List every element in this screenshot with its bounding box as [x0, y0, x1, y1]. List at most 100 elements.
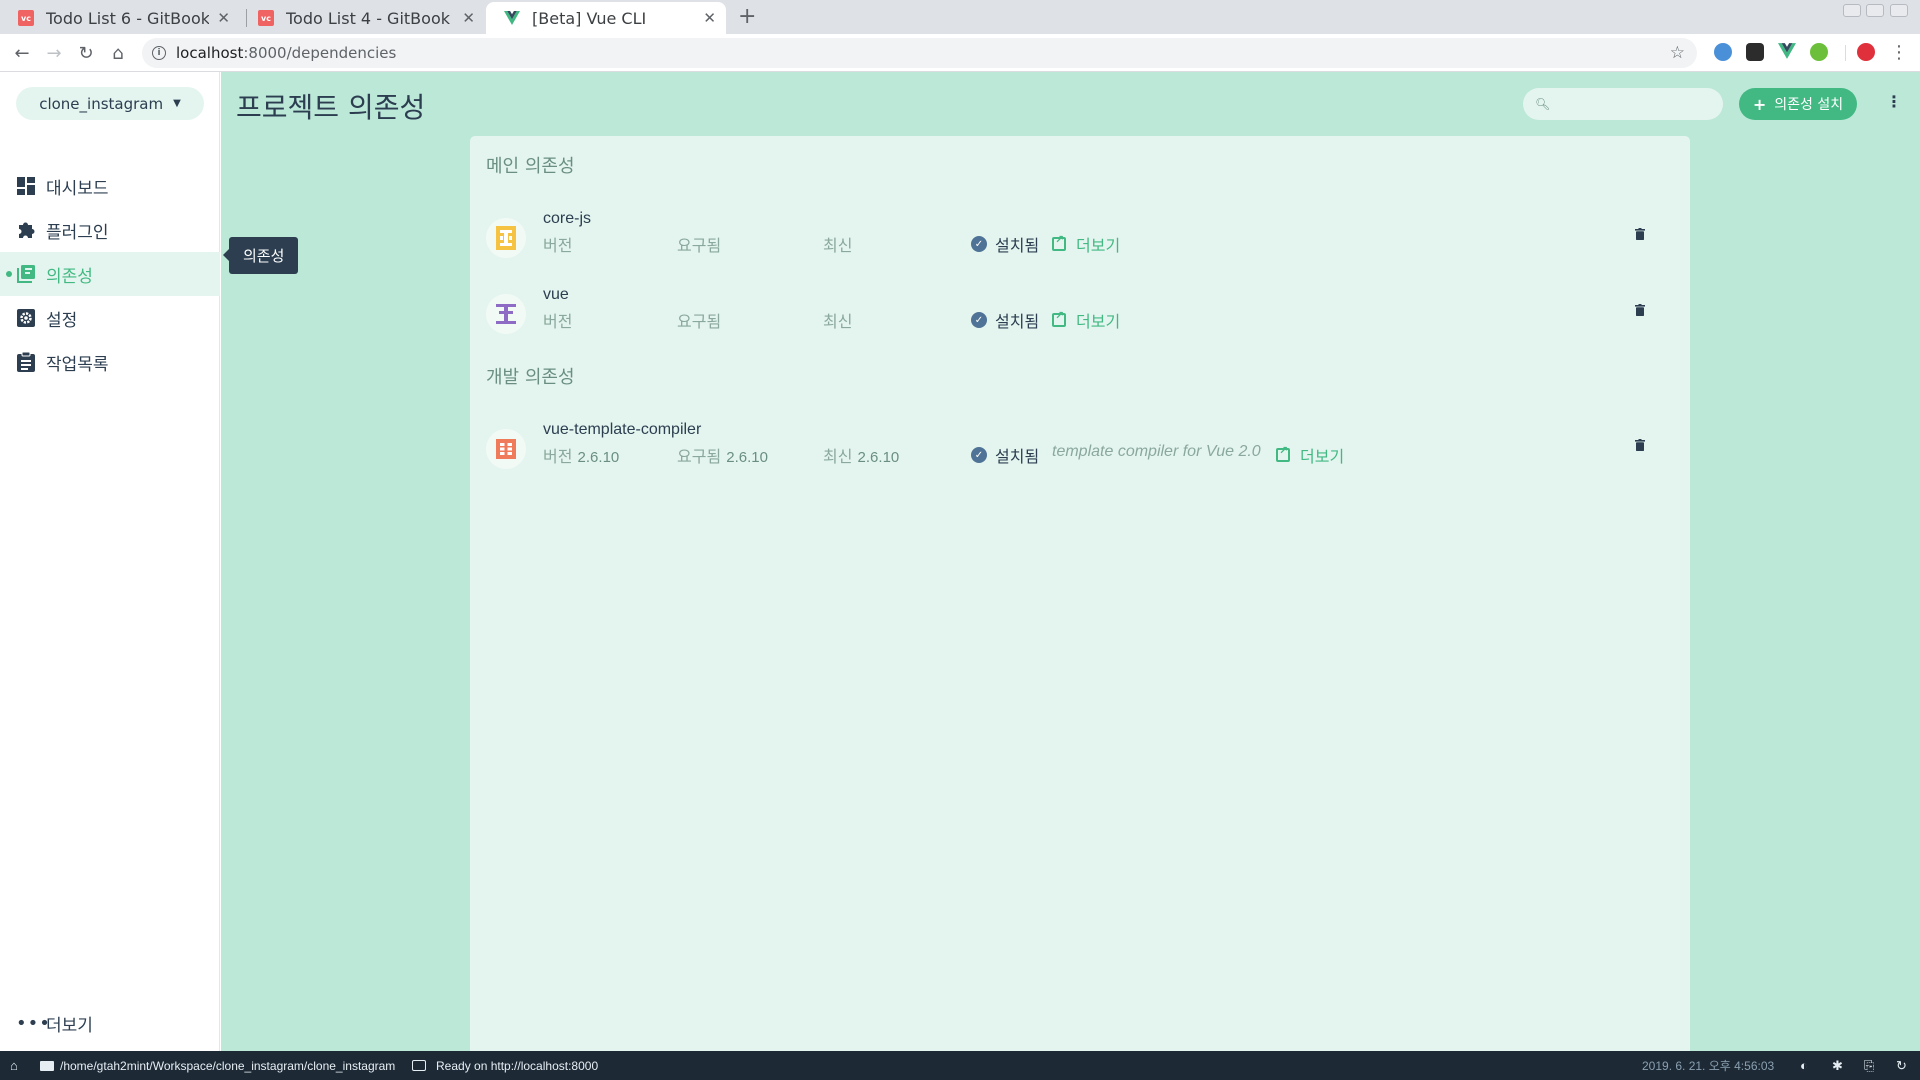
translate-icon[interactable]: ⎘ — [1864, 1058, 1874, 1074]
browser-tab-todo-6[interactable]: vc Todo List 6 - GitBook ✕ — [0, 2, 240, 34]
collections-icon — [16, 264, 36, 284]
vue-template-compiler-logo-icon — [486, 429, 526, 469]
url-host: localhost — [176, 44, 244, 62]
wanted-label-text: 요구됨 — [677, 312, 722, 331]
maximize-window-button[interactable] — [1866, 4, 1884, 17]
bookmark-star-icon[interactable]: ☆ — [1670, 43, 1685, 63]
info-icon[interactable]: i — [152, 46, 166, 60]
profile-avatar[interactable] — [1857, 43, 1875, 61]
dependency-description: template compiler for Vue 2.0 — [1052, 443, 1261, 460]
back-icon[interactable]: ← — [10, 41, 34, 65]
sidebar-more-button[interactable]: ••• 더보기 — [0, 1006, 220, 1040]
sidebar-item-plugins[interactable]: 플러그인 — [0, 208, 220, 252]
version-label-text: 버전 — [543, 236, 573, 255]
sidebar-item-label: 의존성 — [46, 266, 93, 287]
bug-report-icon[interactable]: ✱ — [1832, 1058, 1843, 1074]
home-icon[interactable]: ⌂ — [106, 41, 130, 65]
clipboard-icon — [16, 352, 36, 372]
wanted-value: 2.6.10 — [726, 449, 768, 466]
dark-mode-icon[interactable]: ◐ — [1800, 1058, 1808, 1073]
version-value: 2.6.10 — [577, 449, 620, 466]
check-circle-icon: ✓ — [971, 236, 987, 252]
delete-icon[interactable] — [1635, 439, 1645, 451]
close-window-button[interactable] — [1890, 4, 1908, 17]
close-tab-icon[interactable]: ✕ — [462, 9, 475, 27]
refresh-icon[interactable]: ↻ — [1896, 1058, 1907, 1074]
url-path: :8000/dependencies — [243, 44, 397, 62]
vue-logo-icon — [486, 294, 526, 334]
open-in-new-icon — [1052, 233, 1066, 251]
sidebar-tooltip: 의존성 — [222, 237, 299, 274]
extension-icon[interactable] — [1810, 43, 1828, 61]
dependency-name: vue — [543, 286, 569, 303]
new-tab-icon[interactable]: + — [738, 4, 756, 29]
forward-icon[interactable]: → — [42, 41, 66, 65]
browser-tab-vue-cli[interactable]: [Beta] Vue CLI ✕ — [486, 2, 726, 34]
browser-tab-bar: vc Todo List 6 - GitBook ✕ vc Todo List … — [0, 0, 1920, 34]
sidebar: clone_instagram ▼ 대시보드 플러그인 의존성 설정 작업목록 … — [0, 72, 220, 1051]
sidebar-item-dashboard[interactable]: 대시보드 — [0, 164, 220, 208]
address-bar[interactable]: i localhost:8000/dependencies ☆ — [142, 38, 1697, 68]
dashboard-icon — [16, 176, 36, 196]
tab-title: Todo List 6 - GitBook — [46, 8, 210, 28]
sidebar-item-tasks[interactable]: 작업목록 — [0, 340, 220, 384]
tab-title: [Beta] Vue CLI — [532, 8, 647, 28]
close-tab-icon[interactable]: ✕ — [217, 9, 230, 27]
version-label-text: 버전 — [543, 312, 573, 331]
dependency-item-vue-template-compiler: vue-template-compiler 버전 2.6.10 요구됨 2.6.… — [470, 421, 1690, 477]
home-icon[interactable]: ⌂ — [10, 1058, 18, 1073]
project-path[interactable]: /home/gtah2mint/Workspace/clone_instagra… — [60, 1059, 395, 1073]
more-vertical-icon[interactable]: ⋮ — [1886, 92, 1902, 111]
version-label-text: 버전 — [543, 447, 573, 466]
vue-cli-app: clone_instagram ▼ 대시보드 플러그인 의존성 설정 작업목록 … — [0, 72, 1920, 1051]
wanted-label-text: 요구됨 — [677, 447, 722, 466]
latest-value: 2.6.10 — [857, 449, 900, 466]
latest-label-text: 최신 — [823, 447, 853, 466]
latest-label: 최신 — [823, 232, 852, 256]
search-box[interactable]: 🔍︎ — [1523, 88, 1740, 120]
reload-icon[interactable]: ↻ — [74, 41, 98, 65]
minimize-window-button[interactable] — [1843, 4, 1861, 17]
sidebar-item-settings[interactable]: 설정 — [0, 296, 220, 340]
dependency-name: core-js — [543, 210, 592, 227]
extension-icon[interactable] — [1714, 43, 1732, 61]
sidebar-item-dependencies[interactable]: 의존성 — [0, 252, 220, 296]
sidebar-item-label: 플러그인 — [46, 222, 109, 243]
server-status[interactable]: Ready on http://localhost:8000 — [436, 1059, 598, 1073]
project-selector[interactable]: clone_instagram ▼ — [16, 87, 204, 120]
version-label: 버전 2.6.10 — [543, 443, 619, 467]
console-log-icon[interactable] — [412, 1060, 426, 1071]
extension-icon[interactable] — [1746, 43, 1764, 61]
vue-devtools-icon[interactable] — [1778, 43, 1796, 61]
status-bar: ⌂ /home/gtah2mint/Workspace/clone_instag… — [0, 1051, 1920, 1080]
version-label: 버전 — [543, 232, 572, 256]
dev-dependencies-title: 개발 의존성 — [486, 367, 575, 388]
install-dependency-button[interactable]: + 의존성 설치 — [1739, 88, 1857, 120]
dependency-name: vue-template-compiler — [543, 421, 702, 438]
browser-menu-icon[interactable]: ⋮ — [1890, 42, 1908, 63]
open-in-new-icon — [1052, 309, 1066, 327]
more-info-link[interactable]: 더보기 — [1276, 443, 1344, 467]
more-info-label: 더보기 — [1076, 236, 1121, 255]
check-circle-icon: ✓ — [971, 447, 987, 463]
close-tab-icon[interactable]: ✕ — [703, 9, 716, 27]
version-label: 버전 — [543, 308, 572, 332]
delete-icon[interactable] — [1635, 228, 1645, 240]
installed-status: ✓ 설치됨 — [971, 443, 1039, 467]
delete-icon[interactable] — [1635, 304, 1645, 316]
install-dependency-label: 의존성 설치 — [1774, 97, 1844, 113]
latest-label: 최신 2.6.10 — [823, 443, 899, 467]
more-info-link[interactable]: 더보기 — [1052, 308, 1120, 332]
installed-label: 설치됨 — [995, 236, 1040, 255]
wanted-label: 요구됨 2.6.10 — [677, 443, 768, 467]
sidebar-item-label: 작업목록 — [46, 354, 109, 375]
more-horizontal-icon: ••• — [16, 1012, 51, 1034]
tab-title: Todo List 4 - GitBook — [286, 8, 450, 28]
settings-icon — [16, 308, 36, 328]
search-input[interactable] — [1558, 96, 1740, 112]
more-info-link[interactable]: 더보기 — [1052, 232, 1120, 256]
browser-tab-todo-4[interactable]: vc Todo List 4 - GitBook ✕ — [240, 2, 485, 34]
installed-status: ✓ 설치됨 — [971, 232, 1039, 256]
installed-status: ✓ 설치됨 — [971, 308, 1039, 332]
project-name: clone_instagram — [39, 94, 164, 113]
